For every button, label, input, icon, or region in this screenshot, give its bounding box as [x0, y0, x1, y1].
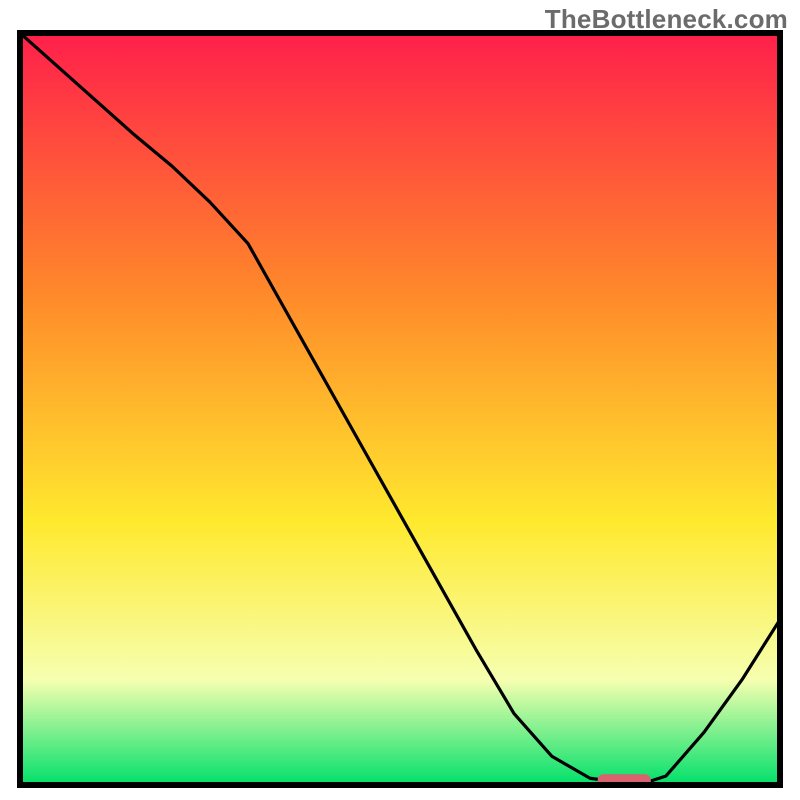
bottleneck-chart	[0, 0, 800, 800]
chart-stage: TheBottleneck.com	[0, 0, 800, 800]
gradient-background	[20, 33, 780, 785]
